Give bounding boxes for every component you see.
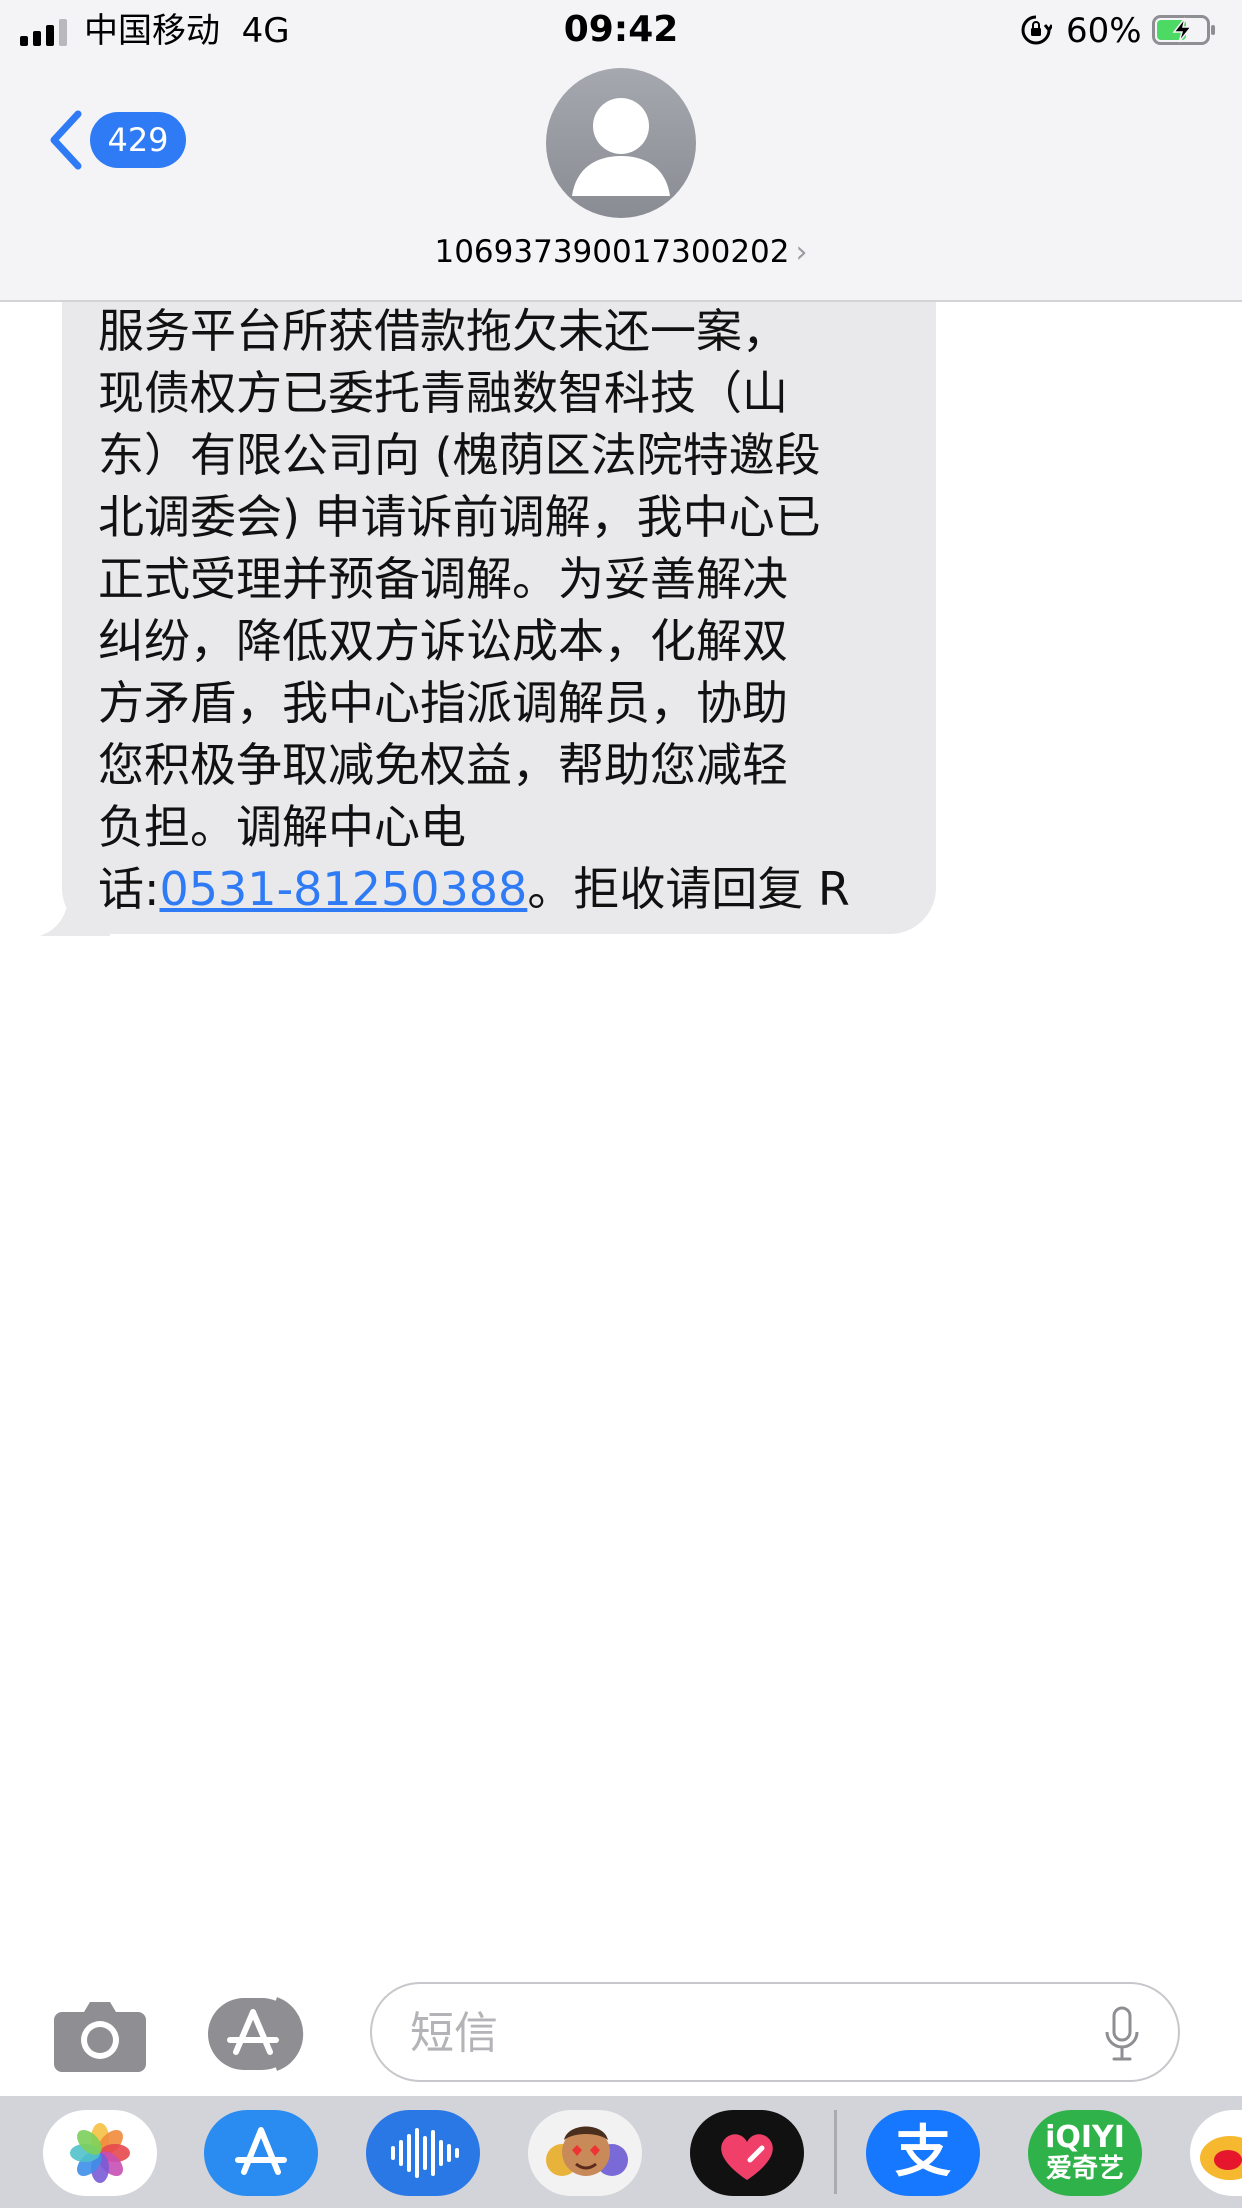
message-line: 负担。调解中心电 (98, 800, 466, 854)
app-store-button-icon[interactable] (206, 1996, 318, 2072)
status-time: 09:42 (563, 9, 679, 50)
message-text: 服务平台所获借款拖欠未还一案， 现债权方已委托青融数智科技（山 东）有限公司向 … (98, 300, 918, 920)
message-line-prefix: 话: (98, 862, 160, 916)
weibo-eye-icon (1200, 2136, 1242, 2180)
contact-name-button[interactable]: 106937390017300202 › (0, 232, 1242, 273)
contact-avatar[interactable] (546, 68, 696, 218)
message-line-suffix: 。拒收请回复 R (527, 862, 850, 916)
message-line: 现债权方已委托青融数智科技（山 (98, 366, 788, 420)
chevron-right-icon: › (795, 235, 808, 270)
message-line: 正式受理并预备调解。为妥善解决 (98, 552, 788, 606)
message-input[interactable] (410, 2008, 1050, 2060)
contact-number: 106937390017300202 (434, 234, 790, 270)
memoji-faces-icon (546, 2126, 628, 2176)
message-line: 您积极争取减免权益，帮助您减轻 (98, 738, 788, 792)
person-icon (572, 98, 670, 196)
rotation-lock-icon (1021, 15, 1052, 45)
phone-link[interactable]: 0531-81250388 (160, 862, 528, 916)
digital-touch-app-icon[interactable] (690, 2110, 804, 2196)
unread-count-badge: 429 (90, 112, 186, 168)
iqiyi-label-bottom: 爱奇艺 (1045, 2154, 1124, 2184)
waveform-icon (391, 2128, 459, 2178)
back-button[interactable]: 429 (46, 108, 186, 172)
app-store-app-icon[interactable] (204, 2110, 318, 2196)
imessage-app-drawer: 支 iQIYI 爱奇艺 (0, 2096, 1242, 2208)
memoji-app-icon[interactable] (528, 2110, 642, 2196)
photos-flower-icon (70, 2123, 130, 2183)
message-line: 服务平台所获借款拖欠未还一案， (98, 304, 788, 358)
app-store-glyph-icon (235, 2127, 287, 2175)
iqiyi-label-top: iQIYI (1045, 2120, 1125, 2155)
message-line: 方矛盾，我中心指派调解员，协助 (98, 676, 788, 730)
messages-screen: 服务平台所获借款拖欠未还一案， 现债权方已委托青融数智科技（山 东）有限公司向 … (0, 0, 1242, 2208)
message-line: 东）有限公司向 (槐荫区法院特邀段 (98, 428, 821, 482)
weibo-app-icon[interactable] (1190, 2110, 1242, 2196)
battery-percentage: 60% (1066, 11, 1142, 51)
alipay-app-icon[interactable]: 支 (866, 2110, 980, 2196)
message-line: 北调委会) 申请诉前调解，我中心已 (98, 490, 821, 544)
microphone-icon[interactable] (1104, 2006, 1140, 2062)
camera-icon[interactable] (52, 1996, 148, 2072)
status-bar: 中国移动 4G 09:42 60% (0, 0, 1242, 62)
drawer-divider (834, 2110, 837, 2194)
audio-app-icon[interactable] (366, 2110, 480, 2196)
message-compose-field[interactable] (370, 1982, 1180, 2082)
conversation-header: 中国移动 4G 09:42 60% 429 106937390017300202… (0, 0, 1242, 302)
heart-icon (721, 2134, 773, 2180)
iqiyi-app-icon[interactable]: iQIYI 爱奇艺 (1028, 2110, 1142, 2196)
message-last-line: 话:0531-81250388。拒收请回复 R (98, 858, 918, 920)
battery-charging-icon (1152, 15, 1215, 45)
alipay-label: 支 (895, 2120, 951, 2185)
photos-app-icon[interactable] (43, 2110, 157, 2196)
message-line: 纠纷，降低双方诉讼成本，化解双 (98, 614, 788, 668)
chevron-left-icon (50, 110, 82, 170)
